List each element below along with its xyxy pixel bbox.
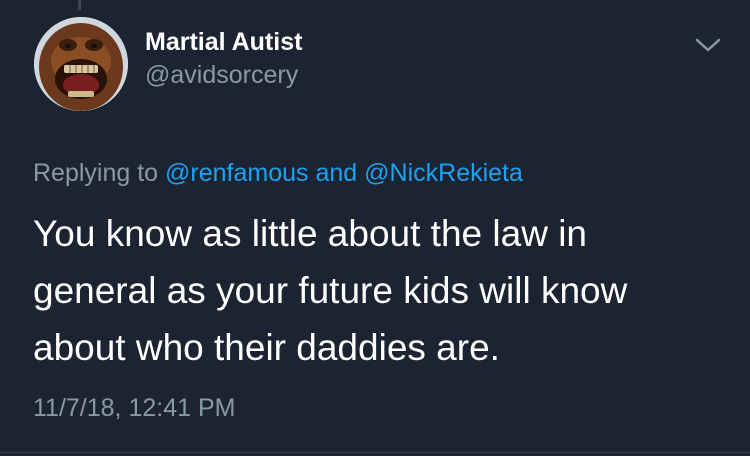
tweet-timestamp[interactable]: 11/7/18, 12:41 PM [33, 394, 235, 423]
avatar[interactable] [34, 17, 128, 111]
reply-context: Replying to @renfamous and @NickRekieta [33, 159, 523, 188]
chevron-down-icon[interactable] [694, 34, 722, 56]
tweet-text-line: You know as little about the law in [33, 213, 587, 254]
tweet-text-line: general as your future kids will know [33, 270, 628, 311]
tweet-text: You know as little about the law in gene… [33, 205, 723, 376]
mention-link-renfamous[interactable]: @renfamous [165, 159, 309, 187]
tweet-text-line: about who their daddies are. [33, 327, 500, 368]
display-name[interactable]: Martial Autist [145, 28, 302, 57]
orangutan-avatar-image [34, 17, 128, 111]
mention-link-nickrekieta[interactable]: @NickRekieta [364, 159, 523, 187]
reply-conjunction[interactable]: and [315, 159, 357, 187]
bottom-divider [0, 452, 750, 453]
thread-connector-line [78, 0, 81, 10]
user-handle[interactable]: @avidsorcery [145, 61, 298, 90]
reply-prefix: Replying to [33, 159, 159, 187]
